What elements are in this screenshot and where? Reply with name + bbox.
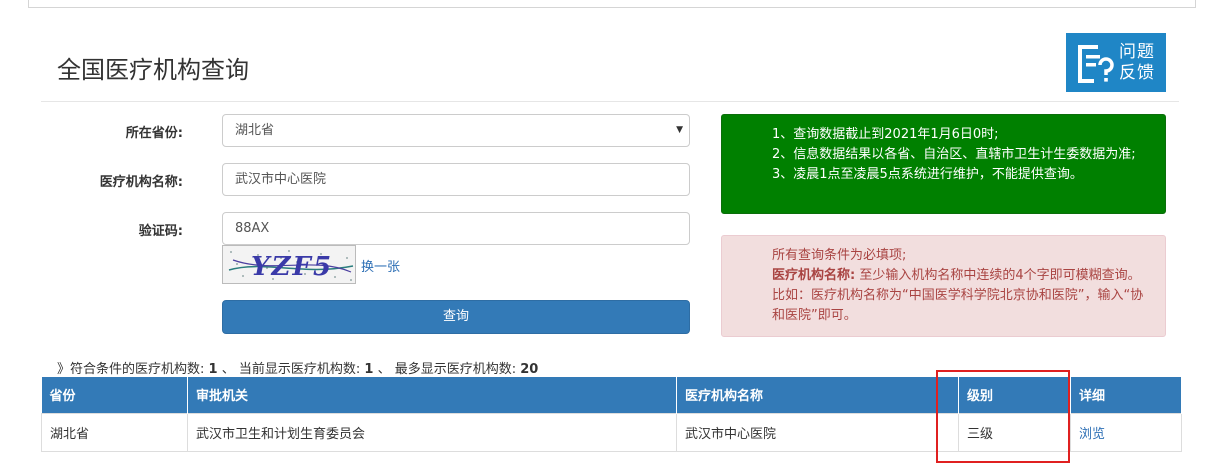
captcha-label: 验证码: xyxy=(138,224,183,239)
province-selected-value: 湖北省 xyxy=(235,123,275,138)
level-highlight-annotation xyxy=(936,370,1070,463)
notice-bold-label: 医疗机构名称: xyxy=(772,268,856,283)
required-fields-notice: 所有查询条件为必填项; 医疗机构名称: 至少输入机构名称中连续的4个字即可模糊查… xyxy=(721,235,1166,337)
captcha-input[interactable]: 88AX xyxy=(222,212,690,245)
browse-link[interactable]: 浏览 xyxy=(1079,427,1105,442)
captcha-noise-graphic: YZF5 xyxy=(228,250,354,282)
province-select[interactable]: 湖北省 ▼ xyxy=(222,114,690,147)
feedback-button[interactable]: 问题 反馈 xyxy=(1066,33,1166,92)
captcha-image[interactable]: YZF5 xyxy=(222,245,356,284)
feedback-label: 问题 反馈 xyxy=(1119,41,1155,83)
cell-authority: 武汉市卫生和计划生育委员会 xyxy=(187,412,677,452)
query-info-notice: 1、查询数据截止到2021年1月6日0时; 2、信息数据结果以各省、自治区、直辖… xyxy=(721,114,1166,214)
cell-detail: 浏览 xyxy=(1070,412,1182,452)
refresh-captcha-link[interactable]: 换一张 xyxy=(361,256,400,275)
header-org-name: 医疗机构名称 xyxy=(676,377,959,413)
org-name-label: 医疗机构名称: xyxy=(99,175,183,190)
query-button[interactable]: 查询 xyxy=(222,300,690,334)
header-province: 省份 xyxy=(41,377,188,413)
feedback-document-question-icon xyxy=(1078,44,1114,83)
title-divider xyxy=(41,101,1179,102)
captcha-text: YZF5 xyxy=(251,252,333,282)
header-authority: 审批机关 xyxy=(187,377,677,413)
frame-right-edge xyxy=(1195,0,1196,8)
result-summary: 》符合条件的医疗机构数: 1 、 当前显示医疗机构数: 1 、 最多显示医疗机构… xyxy=(57,362,539,377)
cell-org-name: 武汉市中心医院 xyxy=(676,412,959,452)
org-name-input[interactable]: 武汉市中心医院 xyxy=(222,163,690,196)
header-detail: 详细 xyxy=(1070,377,1182,413)
page-title: 全国医疗机构查询 xyxy=(57,56,249,84)
province-label: 所在省份: xyxy=(125,126,183,141)
cell-province: 湖北省 xyxy=(41,412,188,452)
frame-left-edge xyxy=(28,0,29,8)
top-divider xyxy=(28,7,1196,8)
chevron-down-icon: ▼ xyxy=(676,125,683,135)
